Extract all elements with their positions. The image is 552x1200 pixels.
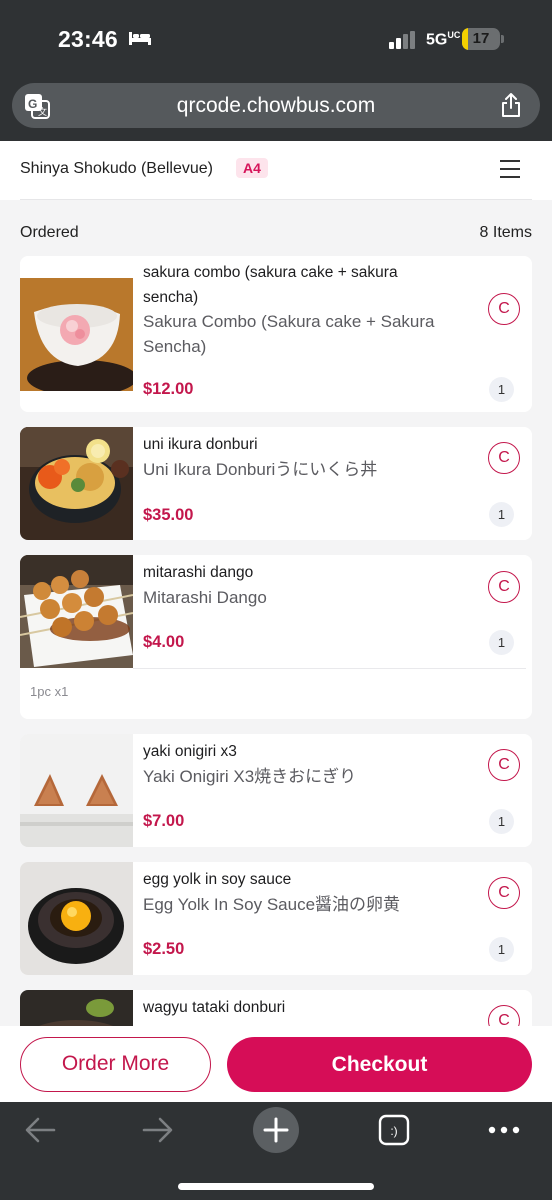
restaurant-name: Shinya Shokudo (Bellevue) — [20, 160, 214, 177]
forward-arrow-icon[interactable] — [142, 1116, 174, 1144]
food-photo — [20, 862, 133, 975]
back-arrow-icon[interactable] — [24, 1116, 56, 1144]
order-item[interactable]: mitarashi dango Mitarashi Dango $4.00 C … — [20, 555, 532, 719]
battery-level: 17 — [472, 30, 490, 47]
food-photo — [20, 555, 133, 668]
item-option: 1pc x1 — [30, 684, 69, 699]
table-badge: A4 — [236, 158, 268, 178]
item-name: sakura combo (sakura cake + sakura sench… — [143, 264, 398, 306]
url-text: qrcode.chowbus.com — [176, 94, 376, 117]
ordered-summary: Ordered 8 Items — [0, 200, 552, 256]
sleep-focus-icon — [129, 32, 151, 45]
checkout-button[interactable]: Checkout — [227, 1037, 532, 1092]
item-price: $2.50 — [143, 940, 185, 958]
order-item[interactable]: uni ikura donburi Uni Ikura Donburiうにいくら… — [20, 427, 532, 540]
item-price: $12.00 — [143, 380, 194, 398]
cellular-signal-icon — [389, 31, 415, 49]
food-photo — [20, 734, 133, 847]
option-divider — [133, 668, 526, 669]
item-subtitle: Yaki Onigiri X3焼きおにぎり — [143, 767, 357, 786]
item-quantity: 1 — [489, 377, 514, 402]
food-photo — [20, 427, 133, 540]
page-content: Shinya Shokudo (Bellevue) A4 Ordered 8 I… — [0, 141, 552, 1102]
item-subtitle: Uni Ikura Donburiうにいくら丼 — [143, 460, 378, 479]
new-tab-plus-icon[interactable] — [253, 1107, 299, 1153]
item-price: $35.00 — [143, 506, 194, 524]
order-actions-bar: Order More Checkout — [0, 1026, 552, 1102]
cancel-item-button[interactable]: C — [488, 442, 520, 474]
address-bar[interactable]: G 文 qrcode.chowbus.com — [12, 83, 540, 128]
cancel-item-button[interactable]: C — [488, 749, 520, 781]
item-name: egg yolk in soy sauce — [143, 871, 292, 888]
cancel-item-button[interactable]: C — [488, 877, 520, 909]
status-bar: 23:46 5GUC 17 — [0, 0, 552, 82]
hamburger-menu-icon[interactable] — [500, 160, 520, 178]
item-subtitle: Mitarashi Dango — [143, 588, 267, 607]
item-name: yaki onigiri x3 — [143, 743, 237, 760]
battery-icon: 17 — [462, 28, 500, 50]
item-quantity: 1 — [489, 630, 514, 655]
item-name: uni ikura donburi — [143, 436, 258, 453]
item-quantity: 1 — [489, 809, 514, 834]
item-name: mitarashi dango — [143, 564, 254, 581]
battery-nub — [501, 35, 504, 43]
order-item[interactable]: yaki onigiri x3 Yaki Onigiri X3焼きおにぎり $7… — [20, 734, 532, 847]
cancel-item-button[interactable]: C — [488, 293, 520, 325]
home-indicator — [178, 1183, 374, 1190]
more-options-icon[interactable] — [488, 1126, 520, 1134]
network-type: 5GUC — [426, 30, 461, 49]
item-quantity: 1 — [489, 937, 514, 962]
tabs-icon[interactable]: :) — [378, 1114, 410, 1146]
restaurant-header: Shinya Shokudo (Bellevue) A4 — [0, 141, 552, 200]
item-price: $7.00 — [143, 812, 185, 830]
status-time: 23:46 — [58, 26, 118, 52]
food-photo — [20, 278, 133, 391]
order-item[interactable]: egg yolk in soy sauce Egg Yolk In Soy Sa… — [20, 862, 532, 975]
item-price: $4.00 — [143, 633, 185, 651]
item-name: wagyu tataki donburi — [143, 999, 286, 1016]
svg-text::): :) — [390, 1124, 397, 1138]
item-subtitle: Sakura Combo (Sakura cake + Sakura Sench… — [143, 312, 435, 356]
order-item[interactable]: sakura combo (sakura cake + sakura sench… — [20, 256, 532, 412]
order-more-button[interactable]: Order More — [20, 1037, 211, 1092]
item-quantity: 1 — [489, 502, 514, 527]
ordered-label: Ordered — [20, 224, 79, 241]
ordered-count: 8 Items — [479, 224, 532, 241]
cancel-item-button[interactable]: C — [488, 571, 520, 603]
item-subtitle: Egg Yolk In Soy Sauce醤油の卵黄 — [143, 895, 401, 914]
share-icon[interactable] — [500, 92, 522, 118]
